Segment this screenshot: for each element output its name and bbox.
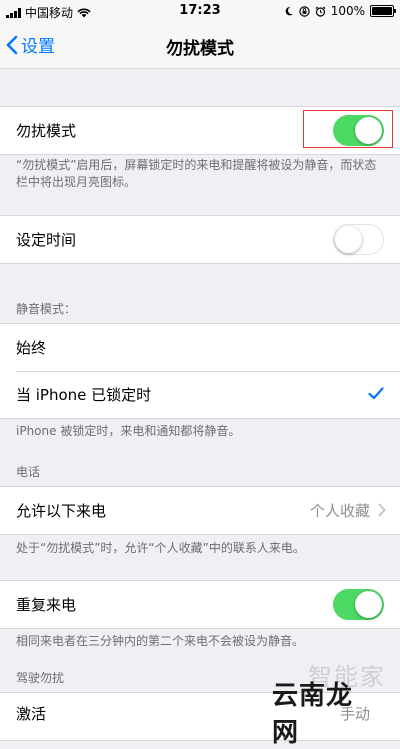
allow-calls-row[interactable]: 允许以下来电 个人收藏 xyxy=(0,487,400,534)
repeated-calls-label: 重复来电 xyxy=(16,596,77,614)
silence-footnote: iPhone 被锁定时，来电和通知都将静音。 xyxy=(16,424,241,438)
driving-activate-label: 激活 xyxy=(16,705,47,723)
allow-calls-footnote: 处于“勿扰模式”时，允许“个人收藏”中的联系人来电。 xyxy=(16,541,305,555)
silence-group: 始终 当 iPhone 已锁定时 xyxy=(0,323,400,419)
driving-header: 驾驶勿扰 xyxy=(16,671,65,685)
scheduled-row: 设定时间 xyxy=(0,216,400,263)
dnd-footnote: “勿扰模式”启用后，屏幕锁定时的来电和提醒将被设为静音，而状态栏中将出现月亮图标… xyxy=(16,158,377,189)
checkmark-icon xyxy=(368,387,384,400)
moon-icon xyxy=(285,6,293,16)
toggle-knob xyxy=(335,225,362,253)
repeated-calls-group: 重复来电 xyxy=(0,580,400,629)
repeated-calls-toggle[interactable] xyxy=(333,589,384,620)
repeated-calls-row: 重复来电 xyxy=(0,581,400,628)
battery-percent: 100% xyxy=(330,4,365,18)
highlight-box xyxy=(303,110,393,148)
silence-option-label: 始终 xyxy=(16,339,47,357)
chevron-right-icon xyxy=(378,503,386,517)
dnd-label: 勿扰模式 xyxy=(16,122,77,140)
orientation-lock-icon xyxy=(298,5,310,17)
allow-calls-group: 允许以下来电 个人收藏 xyxy=(0,486,400,535)
scheduled-label: 设定时间 xyxy=(16,231,77,249)
toggle-knob xyxy=(355,591,382,618)
scheduled-group: 设定时间 xyxy=(0,215,400,264)
silence-option-label: 当 iPhone 已锁定时 xyxy=(16,386,152,404)
page-title: 勿扰模式 xyxy=(166,39,234,59)
status-bar: 中国移动 17:23 100% xyxy=(0,0,400,22)
allow-calls-label: 允许以下来电 xyxy=(16,502,107,520)
silence-option-always[interactable]: 始终 xyxy=(0,324,400,371)
allow-calls-value: 个人收藏 xyxy=(309,502,370,520)
nav-bar: 设置 勿扰模式 xyxy=(0,22,400,69)
alarm-icon xyxy=(315,6,326,17)
battery-icon xyxy=(370,5,396,17)
battery-fill xyxy=(372,7,392,15)
scheduled-toggle[interactable] xyxy=(333,224,384,255)
watermark-bottom: 云南龙网 xyxy=(272,681,354,748)
phone-header: 电话 xyxy=(16,465,41,479)
silence-header: 静音模式： xyxy=(16,302,77,316)
silence-option-locked[interactable]: 当 iPhone 已锁定时 xyxy=(0,371,400,418)
watermark: 智能家 云南龙网 xyxy=(272,657,392,748)
repeated-calls-footnote: 相同来电者在三分钟内的第二个来电不会被设为静音。 xyxy=(16,634,305,648)
